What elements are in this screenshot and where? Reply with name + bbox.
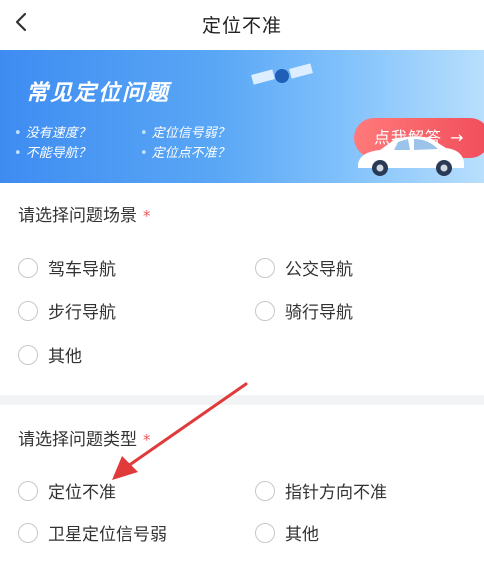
banner-question: • 定位信号弱？	[140, 126, 230, 141]
banner-question: • 不能导航？	[14, 146, 91, 161]
scene-section-label: 请选择问题场景 *	[18, 206, 151, 226]
banner-question: • 没有速度？	[14, 126, 91, 141]
radio-button[interactable]	[18, 480, 38, 501]
required-mark: *	[143, 431, 151, 449]
radio-button[interactable]	[255, 257, 275, 278]
section-divider	[0, 395, 484, 405]
type-option-other[interactable]: 其他	[255, 520, 319, 545]
scene-option-other[interactable]: 其他	[18, 342, 82, 367]
radio-button[interactable]	[18, 257, 38, 278]
type-option-direction[interactable]: 指针方向不准	[255, 478, 387, 503]
radio-button[interactable]	[18, 300, 38, 321]
type-section-label: 请选择问题类型 *	[18, 430, 151, 450]
radio-button[interactable]	[255, 522, 275, 543]
nav-bar: 定位不准	[0, 0, 484, 50]
type-option-inaccurate[interactable]: 定位不准	[18, 478, 116, 503]
page-title: 定位不准	[201, 15, 282, 37]
satellite-icon	[250, 62, 320, 106]
scene-option-bus[interactable]: 公交导航	[255, 255, 353, 280]
radio-button[interactable]	[255, 480, 275, 501]
banner-question: • 定位点不准？	[140, 146, 230, 161]
faq-banner[interactable]: 常见定位问题 •没有速度？ •定位信号弱？ •不能导航？ •定位点不准？ 点我解…	[0, 50, 484, 183]
scene-option-ride[interactable]: 骑行导航	[255, 298, 353, 323]
scene-option-drive[interactable]: 驾车导航	[18, 255, 116, 280]
radio-button[interactable]	[255, 300, 275, 321]
car-icon	[358, 136, 464, 176]
type-option-weak-signal[interactable]: 卫星定位信号弱	[18, 520, 167, 545]
radio-button[interactable]	[18, 522, 38, 543]
banner-title: 常见定位问题	[26, 81, 171, 106]
required-mark: *	[143, 207, 151, 225]
scene-option-walk[interactable]: 步行导航	[18, 298, 116, 323]
radio-button[interactable]	[18, 344, 38, 365]
